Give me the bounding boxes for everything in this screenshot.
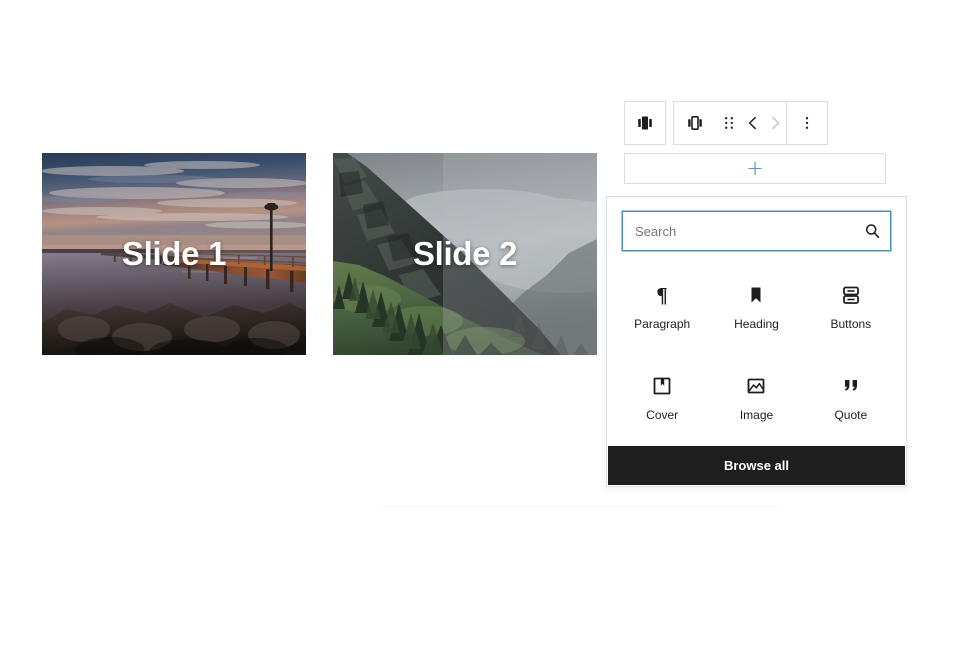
block-item-cover[interactable]: Cover — [615, 352, 709, 443]
cover-icon — [650, 374, 674, 398]
heading-icon — [744, 283, 768, 307]
plus-icon: + — [746, 156, 764, 180]
slide-2-caption: Slide 2 — [412, 235, 518, 272]
drag-handle-button[interactable] — [716, 102, 742, 144]
chevron-left-icon — [748, 116, 756, 130]
block-actions-group — [673, 101, 828, 145]
chevron-right-icon — [772, 116, 780, 130]
block-item-label: Paragraph — [634, 317, 691, 331]
block-item-image[interactable]: Image — [709, 352, 803, 443]
block-item-label: Cover — [646, 408, 679, 422]
browse-all-button[interactable]: Browse all — [608, 446, 905, 485]
block-item-heading[interactable]: Heading — [709, 261, 803, 352]
ellipsis-vertical-icon — [805, 117, 809, 129]
inserter-search-row — [607, 197, 906, 261]
image-icon — [744, 374, 768, 398]
search-field-wrapper[interactable] — [622, 211, 891, 251]
quote-icon — [839, 374, 863, 398]
block-item-label: Quote — [834, 408, 868, 422]
carousel-outline-icon — [688, 116, 702, 130]
slide-1-caption: Slide 1 — [121, 235, 227, 272]
paragraph-icon: ¶ — [650, 283, 674, 307]
block-type-grid: ¶ Paragraph Heading Buttons Cover Image … — [607, 261, 906, 446]
block-appender-button[interactable]: + — [624, 153, 886, 184]
block-inserter-popover: ¶ Paragraph Heading Butto — [606, 196, 907, 487]
block-type-switcher-button[interactable] — [674, 102, 716, 144]
block-item-label: Image — [739, 408, 774, 422]
block-item-label: Buttons — [830, 317, 872, 331]
block-item-buttons[interactable]: Buttons — [804, 261, 898, 352]
move-slide-right-button[interactable] — [764, 102, 786, 144]
block-item-paragraph[interactable]: ¶ Paragraph — [615, 261, 709, 352]
buttons-icon — [839, 283, 863, 307]
carousel-slide-2[interactable]: Slide 2 — [333, 153, 597, 355]
content-guide-line — [380, 506, 780, 507]
carousel-slide-1[interactable]: Slide 1 — [42, 153, 306, 355]
block-toolbar — [624, 101, 828, 145]
drag-handle-icon — [725, 117, 733, 129]
block-item-quote[interactable]: Quote — [804, 352, 898, 443]
more-options-button[interactable] — [787, 102, 827, 144]
carousel-filled-icon — [638, 116, 652, 130]
select-parent-carousel-button[interactable] — [625, 102, 665, 144]
move-slide-left-button[interactable] — [742, 102, 764, 144]
block-item-label: Heading — [734, 317, 779, 331]
svg-text:¶: ¶ — [656, 283, 667, 307]
parent-block-group — [624, 101, 666, 145]
search-input[interactable] — [623, 212, 890, 250]
